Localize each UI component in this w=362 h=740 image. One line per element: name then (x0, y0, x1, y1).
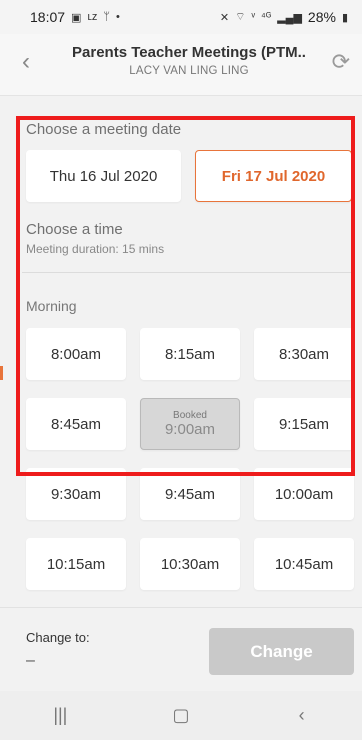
back-chevron-icon[interactable]: ‹ (22, 50, 30, 74)
mute-icon: ✕ (219, 11, 230, 24)
date-option-label: Thu 16 Jul 2020 (49, 167, 158, 185)
home-icon[interactable]: ▢ (151, 705, 211, 726)
usb-icon: ᛘ (103, 11, 111, 23)
back-icon[interactable]: ‹ (272, 705, 332, 726)
date-option-fri[interactable]: Fri 17 Jul 2020 (195, 150, 352, 202)
date-option-thu[interactable]: Thu 16 Jul 2020 (26, 150, 181, 202)
time-slot[interactable]: 8:15am (140, 328, 240, 380)
time-slot[interactable]: 9:45am (140, 468, 240, 520)
recent-apps-icon[interactable]: ||| (30, 705, 90, 726)
wifi-icon: ⌔ (235, 11, 246, 23)
lz-icon: ʟᴢ (87, 11, 98, 23)
meeting-duration: Meeting duration: 15 mins (26, 242, 165, 256)
signal-icon: ▂▄▆ (277, 11, 302, 24)
image-icon: ▣ (71, 11, 82, 24)
slot-time: 9:30am (50, 485, 102, 503)
slot-time: 9:15am (278, 415, 330, 433)
battery-icon: ▮ (341, 11, 348, 24)
time-slot[interactable]: 10:00am (254, 468, 354, 520)
refresh-icon[interactable]: ⟳ (332, 50, 350, 74)
change-to-value: – (26, 652, 35, 669)
slot-time: 10:00am (274, 485, 334, 503)
booked-badge: Booked (173, 410, 207, 421)
slot-time: 10:30am (160, 555, 220, 573)
meeting-booking-panel: Choose a meeting date Thu 16 Jul 2020 Fr… (0, 97, 362, 607)
period-label: Morning (26, 298, 77, 314)
android-nav-bar: ||| ▢ ‹ (0, 691, 362, 740)
time-heading: Choose a time (26, 221, 123, 238)
change-button-label: Change (250, 641, 313, 661)
slot-time: 8:15am (164, 345, 216, 363)
4g-icon: ⁴ᴳ (261, 11, 272, 23)
time-slot[interactable]: 10:30am (140, 538, 240, 590)
volte-icon: ᵛ (251, 11, 255, 23)
time-slot[interactable]: 10:15am (26, 538, 126, 590)
slot-time: 10:45am (274, 555, 334, 573)
meeting-date-heading: Choose a meeting date (26, 121, 182, 138)
slot-time: 10:15am (46, 555, 106, 573)
time-slot[interactable]: 8:30am (254, 328, 354, 380)
page-title: Parents Teacher Meetings (PTM.. (72, 44, 306, 61)
slot-time: 9:45am (164, 485, 216, 503)
student-name: LACY VAN LING LING (129, 65, 249, 77)
slot-time: 8:00am (50, 345, 102, 363)
time-slot-booked: Booked 9:00am (140, 398, 240, 450)
time-slot[interactable]: 10:45am (254, 538, 354, 590)
divider (22, 272, 352, 273)
slot-time: 8:30am (278, 345, 330, 363)
app-header: ‹ Parents Teacher Meetings (PTM.. LACY V… (0, 34, 362, 96)
change-footer: Change to: – Change (0, 607, 362, 691)
slot-time: 8:45am (50, 415, 102, 433)
clock: 18:07 (30, 9, 66, 25)
date-option-label: Fri 17 Jul 2020 (221, 167, 326, 185)
time-slot[interactable]: 9:15am (254, 398, 354, 450)
time-slot[interactable]: 8:00am (26, 328, 126, 380)
change-button[interactable]: Change (209, 628, 354, 675)
slot-time: 9:00am (164, 421, 216, 438)
battery-level: 28% (307, 9, 336, 25)
dot-icon: • (116, 11, 120, 23)
time-slot[interactable]: 8:45am (26, 398, 126, 450)
side-marker (0, 366, 3, 380)
time-slot[interactable]: 9:30am (26, 468, 126, 520)
change-to-label: Change to: (26, 630, 90, 645)
status-bar: 18:07 ▣ ʟᴢ ᛘ • ✕ ⌔ ᵛ ⁴ᴳ ▂▄▆ 28% ▮ (0, 0, 362, 34)
